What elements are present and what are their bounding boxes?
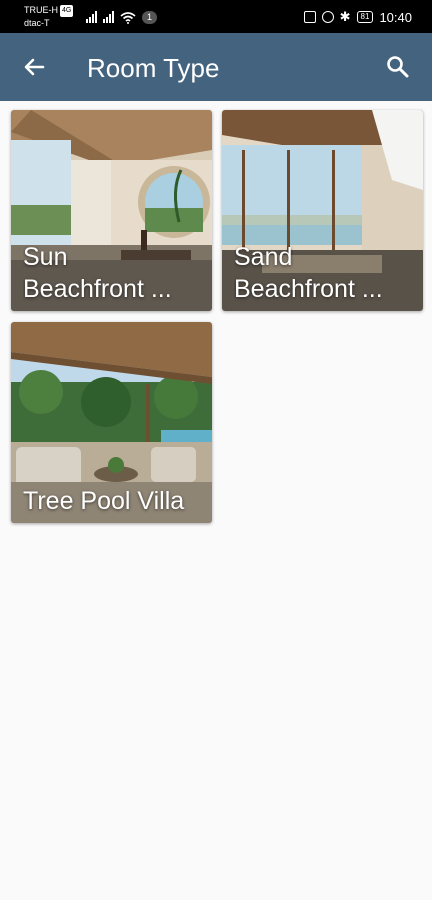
status-bar: TRUE-H 4G dtac-T 1 ✱ 81 10:40 xyxy=(0,0,432,33)
search-button[interactable] xyxy=(382,51,414,83)
carrier-info: TRUE-H 4G dtac-T xyxy=(24,4,74,29)
arrow-back-icon xyxy=(24,58,45,76)
room-name-line2: Beachfront ... xyxy=(234,275,383,303)
room-card-sun-beachfront[interactable]: Sun Beachfront ... xyxy=(11,110,212,311)
alarm-icon xyxy=(321,11,334,23)
status-right: ✱ 81 10:40 xyxy=(303,8,412,26)
page-title: Room Type xyxy=(87,53,220,83)
nfc-icon xyxy=(303,11,316,23)
search-icon xyxy=(387,56,409,78)
notification-count-badge: 1 xyxy=(142,10,158,24)
room-card-label: Sun Beachfront ... xyxy=(23,241,206,305)
carrier-name-2: dtac-T xyxy=(24,18,50,28)
room-card-tree-pool-villa[interactable]: Tree Pool Villa xyxy=(11,322,212,523)
signal-icon xyxy=(86,11,97,23)
room-name-line1: Tree Pool Villa xyxy=(23,487,185,515)
carrier-name-1: TRUE-H xyxy=(24,5,58,15)
room-card-label: Sand Beachfront ... xyxy=(234,241,417,305)
signal-icon-2 xyxy=(103,11,114,23)
battery-icon: 81 xyxy=(356,11,374,23)
room-name-line1: Sun xyxy=(23,243,68,271)
back-button[interactable] xyxy=(18,51,50,83)
clock: 10:40 xyxy=(379,9,412,25)
room-card-sand-beachfront[interactable]: Sand Beachfront ... xyxy=(222,110,423,311)
bluetooth-icon: ✱ xyxy=(339,9,351,24)
app-bar: Room Type xyxy=(0,33,432,101)
network-type-badge: 4G xyxy=(60,5,74,17)
room-name-line2: Beachfront ... xyxy=(23,275,172,303)
signal-indicators: 1 xyxy=(86,9,158,25)
room-card-label: Tree Pool Villa xyxy=(23,485,206,517)
wifi-icon xyxy=(120,11,136,24)
room-name-line1: Sand xyxy=(234,243,293,271)
